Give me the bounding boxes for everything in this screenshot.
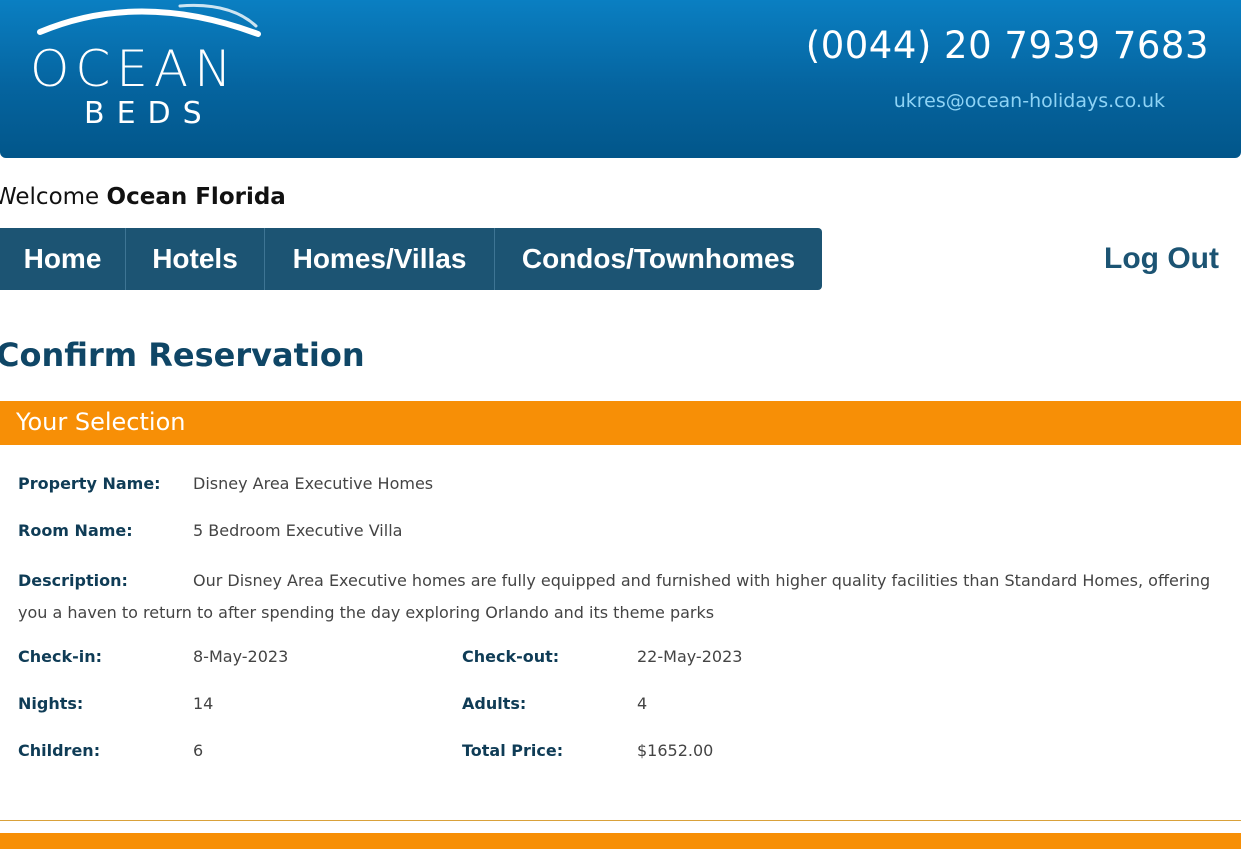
contact-email-link[interactable]: ukres@ocean-holidays.co.uk [894, 90, 1165, 112]
section-divider [0, 820, 1241, 821]
site-header: OCEAN BEDS (0044) 20 7939 7683 ukres@oce… [0, 0, 1241, 158]
your-selection-header: Your Selection [0, 401, 1241, 445]
nav-home[interactable]: Home [0, 228, 126, 290]
nights-value: 14 [193, 694, 214, 713]
wave-arc-icon [37, 3, 261, 37]
checkout-label: Check-out: [462, 647, 560, 666]
property-name-label: Property Name: [18, 474, 161, 493]
checkin-value: 8-May-2023 [193, 647, 289, 666]
children-value: 6 [193, 741, 204, 760]
next-section-header [0, 833, 1241, 849]
main-navigation: Home Hotels Homes/Villas Condos/Townhome… [0, 228, 822, 290]
children-label: Children: [18, 741, 101, 760]
page-title: Confirm Reservation [0, 336, 365, 374]
room-name-label: Room Name: [18, 521, 133, 540]
welcome-user-name: Ocean Florida [106, 184, 286, 210]
adults-label: Adults: [462, 694, 527, 713]
adults-value: 4 [637, 694, 648, 713]
contact-phone: (0044) 20 7939 7683 [805, 24, 1209, 67]
nav-hotels[interactable]: Hotels [126, 228, 265, 290]
logo-subtitle: BEDS [84, 96, 214, 131]
total-price-value: $1652.00 [637, 741, 714, 760]
property-name-value: Disney Area Executive Homes [193, 474, 434, 493]
ocean-beds-logo[interactable]: OCEAN BEDS [30, 0, 270, 140]
total-price-label: Total Price: [462, 741, 564, 760]
nav-condos-townhomes[interactable]: Condos/Townhomes [495, 228, 822, 290]
logo-wordmark: OCEAN [30, 40, 238, 98]
nav-homes-villas[interactable]: Homes/Villas [265, 228, 495, 290]
description-value: Our Disney Area Executive homes are full… [18, 571, 1211, 622]
nights-label: Nights: [18, 694, 84, 713]
checkin-label: Check-in: [18, 647, 103, 666]
welcome-message: Welcome Ocean Florida [0, 184, 286, 210]
section-heading: Your Selection [16, 408, 186, 436]
welcome-prefix: Welcome [0, 184, 100, 210]
checkout-value: 22-May-2023 [637, 647, 743, 666]
room-name-value: 5 Bedroom Executive Villa [193, 521, 403, 540]
logout-link[interactable]: Log Out [1104, 242, 1219, 276]
